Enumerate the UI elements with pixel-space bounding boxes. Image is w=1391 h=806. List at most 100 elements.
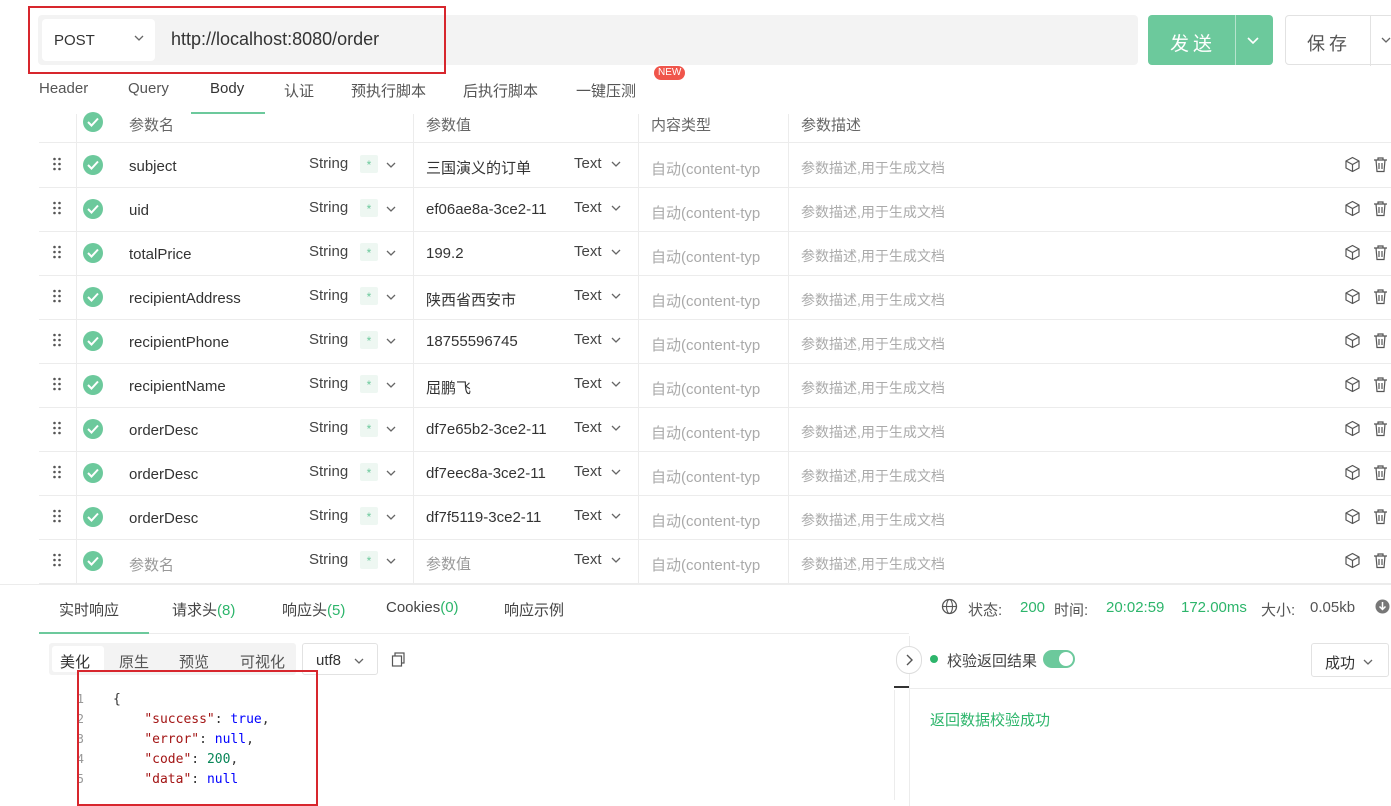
content-type-select[interactable]: Text [574, 463, 602, 480]
param-type-select[interactable]: String [309, 243, 348, 260]
param-type-select[interactable]: String [309, 551, 348, 568]
param-desc-input[interactable]: 参数描述,用于生成文档 [801, 290, 945, 310]
param-desc-input[interactable]: 参数描述,用于生成文档 [801, 158, 945, 178]
required-toggle[interactable]: * [360, 287, 378, 305]
param-desc-input[interactable]: 参数描述,用于生成文档 [801, 466, 945, 486]
param-desc-input[interactable]: 参数描述,用于生成文档 [801, 202, 945, 222]
tab-query[interactable]: Query [128, 80, 169, 97]
param-value-input[interactable]: 三国演义的订单 [426, 157, 560, 178]
row-checkbox[interactable] [83, 375, 103, 395]
required-toggle[interactable]: * [360, 419, 378, 437]
cube-icon[interactable] [1344, 288, 1361, 305]
required-toggle[interactable]: * [360, 375, 378, 393]
param-name-input[interactable]: orderDesc [129, 422, 198, 439]
cube-icon[interactable] [1344, 376, 1361, 393]
content-type-select[interactable]: Text [574, 243, 602, 260]
verify-result-select[interactable]: 成功 [1311, 643, 1389, 677]
trash-icon[interactable] [1372, 244, 1389, 261]
required-toggle[interactable]: * [360, 507, 378, 525]
param-value-input[interactable]: 199.2 [426, 245, 560, 262]
param-type-select[interactable]: String [309, 463, 348, 480]
param-value-input[interactable]: 陕西省西安市 [426, 289, 560, 310]
param-name-input[interactable]: recipientPhone [129, 334, 229, 351]
send-button[interactable]: 发送 [1148, 15, 1273, 65]
content-type-input[interactable]: 自动(content-typ [651, 422, 760, 443]
tab-stress-test[interactable]: 一键压测 [576, 80, 636, 101]
trash-icon[interactable] [1372, 508, 1389, 525]
trash-icon[interactable] [1372, 464, 1389, 481]
drag-handle-icon[interactable] [52, 157, 62, 171]
drag-handle-icon[interactable] [52, 421, 62, 435]
content-type-input[interactable]: 自动(content-typ [651, 510, 760, 531]
param-value-input[interactable]: df7f5119-3ce2-11 [426, 509, 560, 526]
content-type-input[interactable]: 自动(content-typ [651, 290, 760, 311]
download-icon[interactable] [1374, 598, 1391, 615]
required-toggle[interactable]: * [360, 199, 378, 217]
param-value-input[interactable]: 屈鹏飞 [426, 377, 560, 398]
content-type-select[interactable]: Text [574, 199, 602, 216]
tab-realtime-response[interactable]: 实时响应 [59, 599, 119, 620]
verify-toggle[interactable] [1043, 650, 1075, 668]
format-pretty[interactable]: 美化 [60, 651, 90, 672]
tab-response-example[interactable]: 响应示例 [504, 599, 564, 620]
trash-icon[interactable] [1372, 552, 1389, 569]
param-name-input[interactable]: orderDesc [129, 510, 198, 527]
tab-post-script[interactable]: 后执行脚本 [463, 80, 538, 101]
format-visualize[interactable]: 可视化 [240, 651, 285, 672]
param-value-input[interactable]: df7e65b2-3ce2-11 [426, 421, 560, 438]
format-raw[interactable]: 原生 [119, 651, 149, 672]
row-checkbox[interactable] [83, 419, 103, 439]
drag-handle-icon[interactable] [52, 245, 62, 259]
param-value-input[interactable]: ef06ae8a-3ce2-11 [426, 201, 560, 218]
param-type-select[interactable]: String [309, 155, 348, 172]
cube-icon[interactable] [1344, 156, 1361, 173]
content-type-input[interactable]: 自动(content-typ [651, 202, 760, 223]
param-type-select[interactable]: String [309, 199, 348, 216]
required-toggle[interactable]: * [360, 243, 378, 261]
param-name-input[interactable]: recipientAddress [129, 290, 241, 307]
cube-icon[interactable] [1344, 200, 1361, 217]
tab-auth[interactable]: 认证 [284, 80, 314, 101]
row-checkbox[interactable] [83, 199, 103, 219]
copy-icon[interactable] [391, 652, 406, 667]
content-type-input[interactable]: 自动(content-typ [651, 334, 760, 355]
param-type-select[interactable]: String [309, 375, 348, 392]
required-toggle[interactable]: * [360, 155, 378, 173]
cube-icon[interactable] [1344, 508, 1361, 525]
trash-icon[interactable] [1372, 420, 1389, 437]
tab-header[interactable]: Header [39, 80, 88, 97]
trash-icon[interactable] [1372, 200, 1389, 217]
param-desc-input[interactable]: 参数描述,用于生成文档 [801, 246, 945, 266]
tab-pre-script[interactable]: 预执行脚本 [351, 80, 426, 101]
drag-handle-icon[interactable] [52, 289, 62, 303]
row-checkbox[interactable] [83, 243, 103, 263]
content-type-select[interactable]: Text [574, 507, 602, 524]
cube-icon[interactable] [1344, 420, 1361, 437]
tab-response-headers[interactable]: 响应头(5) [282, 599, 345, 620]
param-name-input[interactable]: recipientName [129, 378, 226, 395]
drag-handle-icon[interactable] [52, 377, 62, 391]
select-all-checkbox[interactable] [83, 112, 103, 132]
drag-handle-icon[interactable] [52, 553, 62, 567]
row-checkbox[interactable] [83, 155, 103, 175]
code-scrollbar[interactable] [894, 686, 910, 688]
save-button[interactable]: 保存 [1285, 15, 1391, 66]
param-name-input[interactable]: uid [129, 202, 149, 219]
cube-icon[interactable] [1344, 244, 1361, 261]
param-name-input[interactable]: subject [129, 158, 177, 175]
save-dropdown-icon[interactable] [1380, 34, 1391, 46]
row-checkbox[interactable] [83, 463, 103, 483]
content-type-select[interactable]: Text [574, 419, 602, 436]
collapse-panel-button[interactable] [896, 646, 922, 674]
content-type-input[interactable]: 自动(content-typ [651, 378, 760, 399]
param-desc-input[interactable]: 参数描述,用于生成文档 [801, 510, 945, 530]
required-toggle[interactable]: * [360, 463, 378, 481]
content-type-input[interactable]: 自动(content-typ [651, 246, 760, 267]
format-preview[interactable]: 预览 [179, 651, 209, 672]
required-toggle[interactable]: * [360, 551, 378, 569]
param-value-input[interactable]: 18755596745 [426, 333, 560, 350]
content-type-select[interactable]: Text [574, 155, 602, 172]
row-checkbox[interactable] [83, 287, 103, 307]
globe-icon[interactable] [941, 598, 958, 615]
required-toggle[interactable]: * [360, 331, 378, 349]
